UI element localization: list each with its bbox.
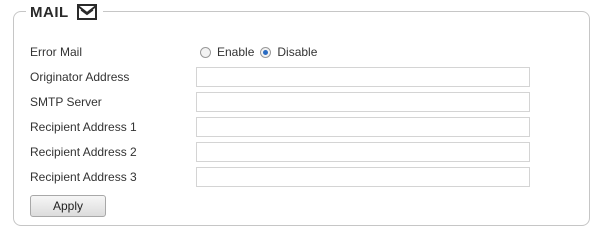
section-header: MAIL <box>26 0 103 24</box>
mail-icon <box>76 4 97 20</box>
smtp-server-label: SMTP Server <box>30 95 102 109</box>
recipient-address-1-input[interactable] <box>196 117 530 137</box>
disable-radio[interactable] <box>260 46 272 58</box>
originator-address-input[interactable] <box>196 67 530 87</box>
recipient-address-3-input[interactable] <box>196 167 530 187</box>
smtp-server-input[interactable] <box>196 92 530 112</box>
error-mail-label: Error Mail <box>30 45 83 59</box>
recipient-address-2-label: Recipient Address 2 <box>30 145 137 159</box>
error-mail-row: Error Mail <box>30 42 195 62</box>
error-mail-radio-group: Enable Disable <box>200 42 323 62</box>
disable-radio-label[interactable]: Disable <box>277 45 317 59</box>
apply-button[interactable]: Apply <box>30 195 106 217</box>
section-title: MAIL <box>30 3 69 21</box>
recipient-address-2-input[interactable] <box>196 142 530 162</box>
smtp-server-row: SMTP Server <box>30 92 195 112</box>
originator-address-label: Originator Address <box>30 70 130 84</box>
originator-address-row: Originator Address <box>30 67 195 87</box>
enable-radio-label[interactable]: Enable <box>217 45 254 59</box>
recipient-address-1-row: Recipient Address 1 <box>30 117 195 137</box>
recipient-address-3-row: Recipient Address 3 <box>30 167 195 187</box>
recipient-address-3-label: Recipient Address 3 <box>30 170 137 184</box>
recipient-address-1-label: Recipient Address 1 <box>30 120 137 134</box>
recipient-address-2-row: Recipient Address 2 <box>30 142 195 162</box>
enable-radio[interactable] <box>200 46 211 58</box>
